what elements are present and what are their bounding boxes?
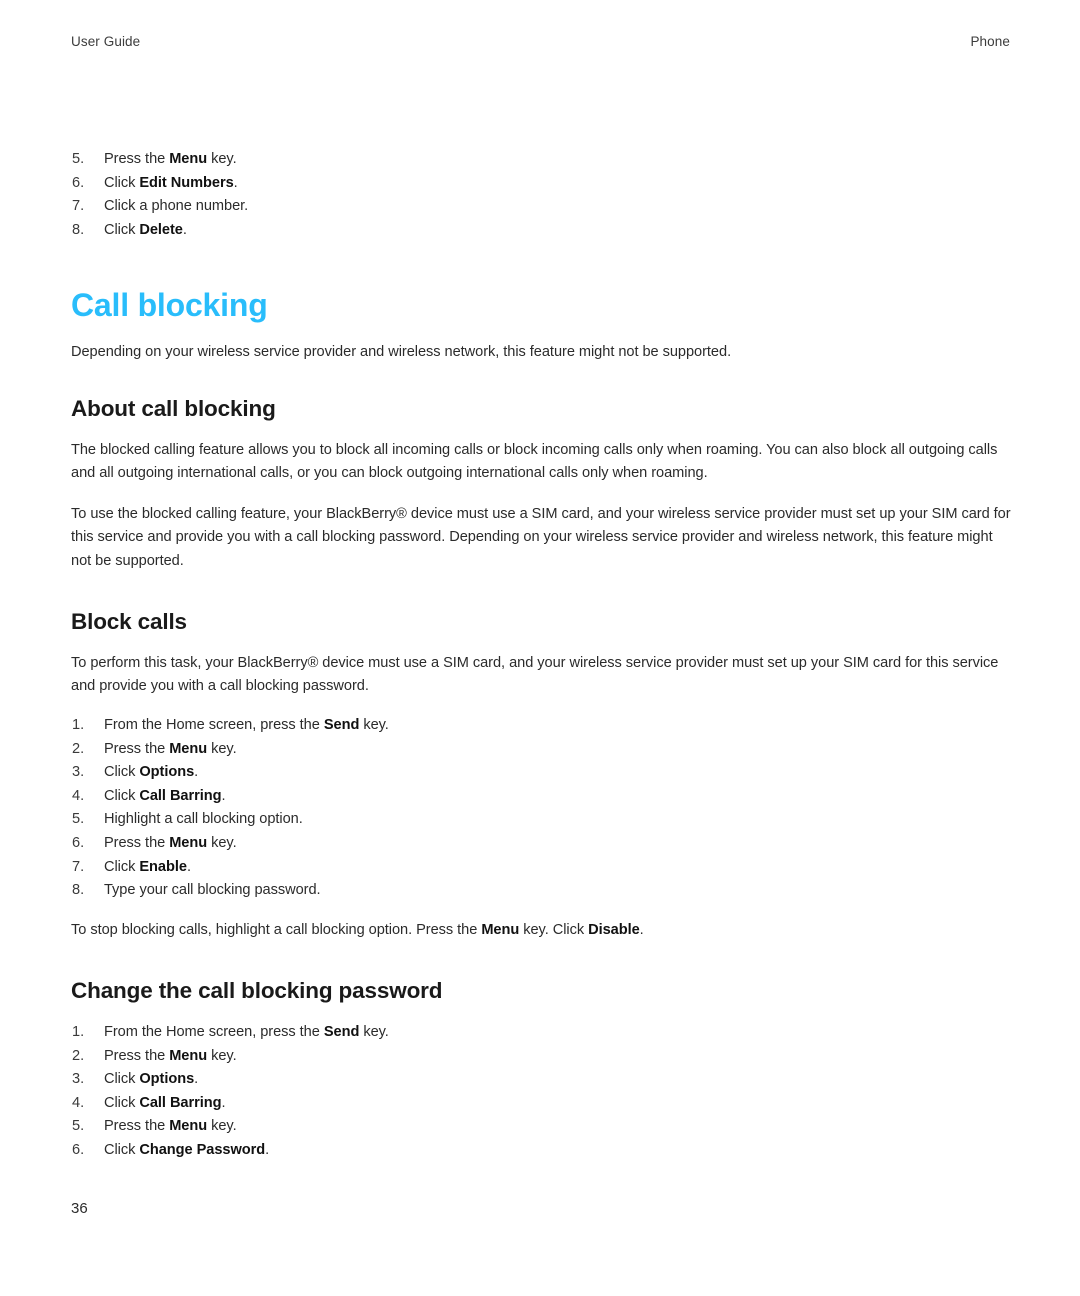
running-head: User Guide Phone bbox=[71, 34, 1010, 49]
section-heading-about-call-blocking: About call blocking bbox=[71, 395, 276, 421]
list-item-number: 3. bbox=[72, 764, 85, 781]
page-title: Call blocking bbox=[71, 287, 268, 324]
list-item: 7. Click a phone number. bbox=[71, 195, 1011, 219]
emphasis-term: Disable bbox=[588, 921, 640, 938]
list-item-number: 2. bbox=[72, 740, 85, 757]
list-item-number: 7. bbox=[72, 858, 85, 875]
emphasis-term: Delete bbox=[139, 221, 183, 238]
block-calls-intro: To perform this task, your BlackBerry® d… bbox=[71, 654, 999, 695]
emphasis-term: Menu bbox=[169, 151, 208, 167]
emphasis-term: Menu bbox=[169, 834, 208, 851]
section-heading-block-calls: Block calls bbox=[71, 609, 187, 635]
list-item-label: Click Call Barring. bbox=[104, 787, 226, 804]
list-item-number: 2. bbox=[72, 1047, 85, 1064]
emphasis-term: Edit Numbers bbox=[139, 174, 234, 191]
list-item-number: 4. bbox=[72, 1094, 85, 1111]
list-item: 2. Press the Menu key. bbox=[71, 738, 1011, 762]
about-paragraph-2: To use the blocked calling feature, your… bbox=[71, 505, 1011, 569]
list-item-label: Press the Menu key. bbox=[104, 834, 237, 851]
list-item-label: Click a phone number. bbox=[104, 198, 249, 215]
block-calls-step-list: 1. From the Home screen, press the Send k… bbox=[71, 714, 1011, 903]
list-item-label: Click Enable. bbox=[104, 858, 191, 875]
page-content: 5. Press the Menu key. 6. Click Edit Number… bbox=[71, 148, 1011, 1163]
emphasis-term: Options bbox=[139, 1071, 195, 1088]
list-item-label: Click Delete. bbox=[104, 221, 187, 238]
list-item-number: 3. bbox=[72, 1071, 85, 1088]
list-item-label: Press the Menu key. bbox=[104, 740, 237, 757]
list-item-number: 5. bbox=[72, 151, 85, 167]
list-item-number: 6. bbox=[72, 174, 85, 191]
list-item: 4. Click Call Barring. bbox=[71, 1092, 1011, 1116]
continued-step-list: 5. Press the Menu key. 6. Click Edit Number… bbox=[71, 148, 1011, 242]
list-item-label: Click Options. bbox=[104, 764, 199, 781]
list-item-number: 5. bbox=[72, 811, 85, 828]
list-item-number: 5. bbox=[72, 1118, 85, 1135]
list-item-label: Click Call Barring. bbox=[104, 1094, 226, 1111]
list-item-label: Type your call blocking password. bbox=[104, 882, 321, 899]
chapter-intro-paragraph: Depending on your wireless service provi… bbox=[71, 344, 732, 361]
block-calls-footnote: To stop blocking calls, highlight a call… bbox=[71, 921, 644, 938]
running-head-left: User Guide bbox=[71, 34, 141, 49]
list-item: 1. From the Home screen, press the Send k… bbox=[71, 1021, 1011, 1045]
list-item-number: 4. bbox=[72, 787, 85, 804]
list-item: 3. Click Options. bbox=[71, 1068, 1011, 1092]
list-item-number: 6. bbox=[72, 1142, 85, 1159]
page-number: 36 bbox=[71, 1200, 88, 1217]
list-item: 7. Click Enable. bbox=[71, 856, 1011, 880]
running-head-right: Phone bbox=[970, 34, 1010, 49]
list-item: 6. Click Edit Numbers. bbox=[71, 172, 1011, 196]
list-item: 2. Press the Menu key. bbox=[71, 1045, 1011, 1069]
list-item: 6. Click Change Password. bbox=[71, 1139, 1011, 1163]
list-item-number: 1. bbox=[72, 1024, 85, 1041]
emphasis-term: Menu bbox=[169, 1047, 208, 1064]
list-item-number: 6. bbox=[72, 834, 85, 851]
emphasis-term: Call Barring bbox=[139, 787, 222, 804]
emphasis-term: Options bbox=[139, 764, 195, 781]
list-item-label: Click Options. bbox=[104, 1071, 199, 1088]
list-item-number: 7. bbox=[72, 198, 85, 215]
list-item: 8. Type your call blocking password. bbox=[71, 879, 1011, 903]
emphasis-term: Menu bbox=[169, 1118, 208, 1135]
emphasis-term: Menu bbox=[481, 921, 520, 938]
list-item-label: Press the Menu key. bbox=[104, 1118, 237, 1135]
list-item: 5. Press the Menu key. bbox=[71, 148, 1011, 172]
emphasis-term: Menu bbox=[169, 740, 208, 757]
list-item: 1. From the Home screen, press the Send k… bbox=[71, 714, 1011, 738]
list-item-number: 8. bbox=[72, 221, 85, 238]
list-item-label: Press the Menu key. bbox=[104, 1047, 237, 1064]
list-item-label: From the Home screen, press the Send key… bbox=[104, 1024, 389, 1041]
list-item: 4. Click Call Barring. bbox=[71, 785, 1011, 809]
emphasis-term: Call Barring bbox=[139, 1094, 222, 1111]
list-item: 3. Click Options. bbox=[71, 761, 1011, 785]
emphasis-term: Send bbox=[323, 716, 360, 733]
list-item: 5. Highlight a call blocking option. bbox=[71, 808, 1011, 832]
list-item: 5. Press the Menu key. bbox=[71, 1115, 1011, 1139]
list-item-number: 1. bbox=[72, 716, 85, 733]
change-password-step-list: 1. From the Home screen, press the Send k… bbox=[71, 1021, 1011, 1163]
list-item-label: Click Edit Numbers. bbox=[104, 174, 238, 191]
list-item: 8. Click Delete. bbox=[71, 219, 1011, 243]
list-item-label: Press the Menu key. bbox=[104, 151, 237, 167]
list-item-label: Highlight a call blocking option. bbox=[104, 811, 303, 828]
list-item: 6. Press the Menu key. bbox=[71, 832, 1011, 856]
emphasis-term: Send bbox=[323, 1024, 360, 1041]
about-paragraph-1: The blocked calling feature allows you t… bbox=[71, 441, 998, 482]
document-page: User Guide Phone 5. Press the Menu key. 6.… bbox=[0, 0, 1080, 1296]
list-item-label: From the Home screen, press the Send key… bbox=[104, 716, 389, 733]
section-heading-change-password: Change the call blocking password bbox=[71, 978, 443, 1004]
list-item-label: Click Change Password. bbox=[104, 1142, 270, 1159]
emphasis-term: Change Password bbox=[139, 1142, 266, 1159]
emphasis-term: Enable bbox=[139, 858, 187, 875]
list-item-number: 8. bbox=[72, 882, 85, 899]
